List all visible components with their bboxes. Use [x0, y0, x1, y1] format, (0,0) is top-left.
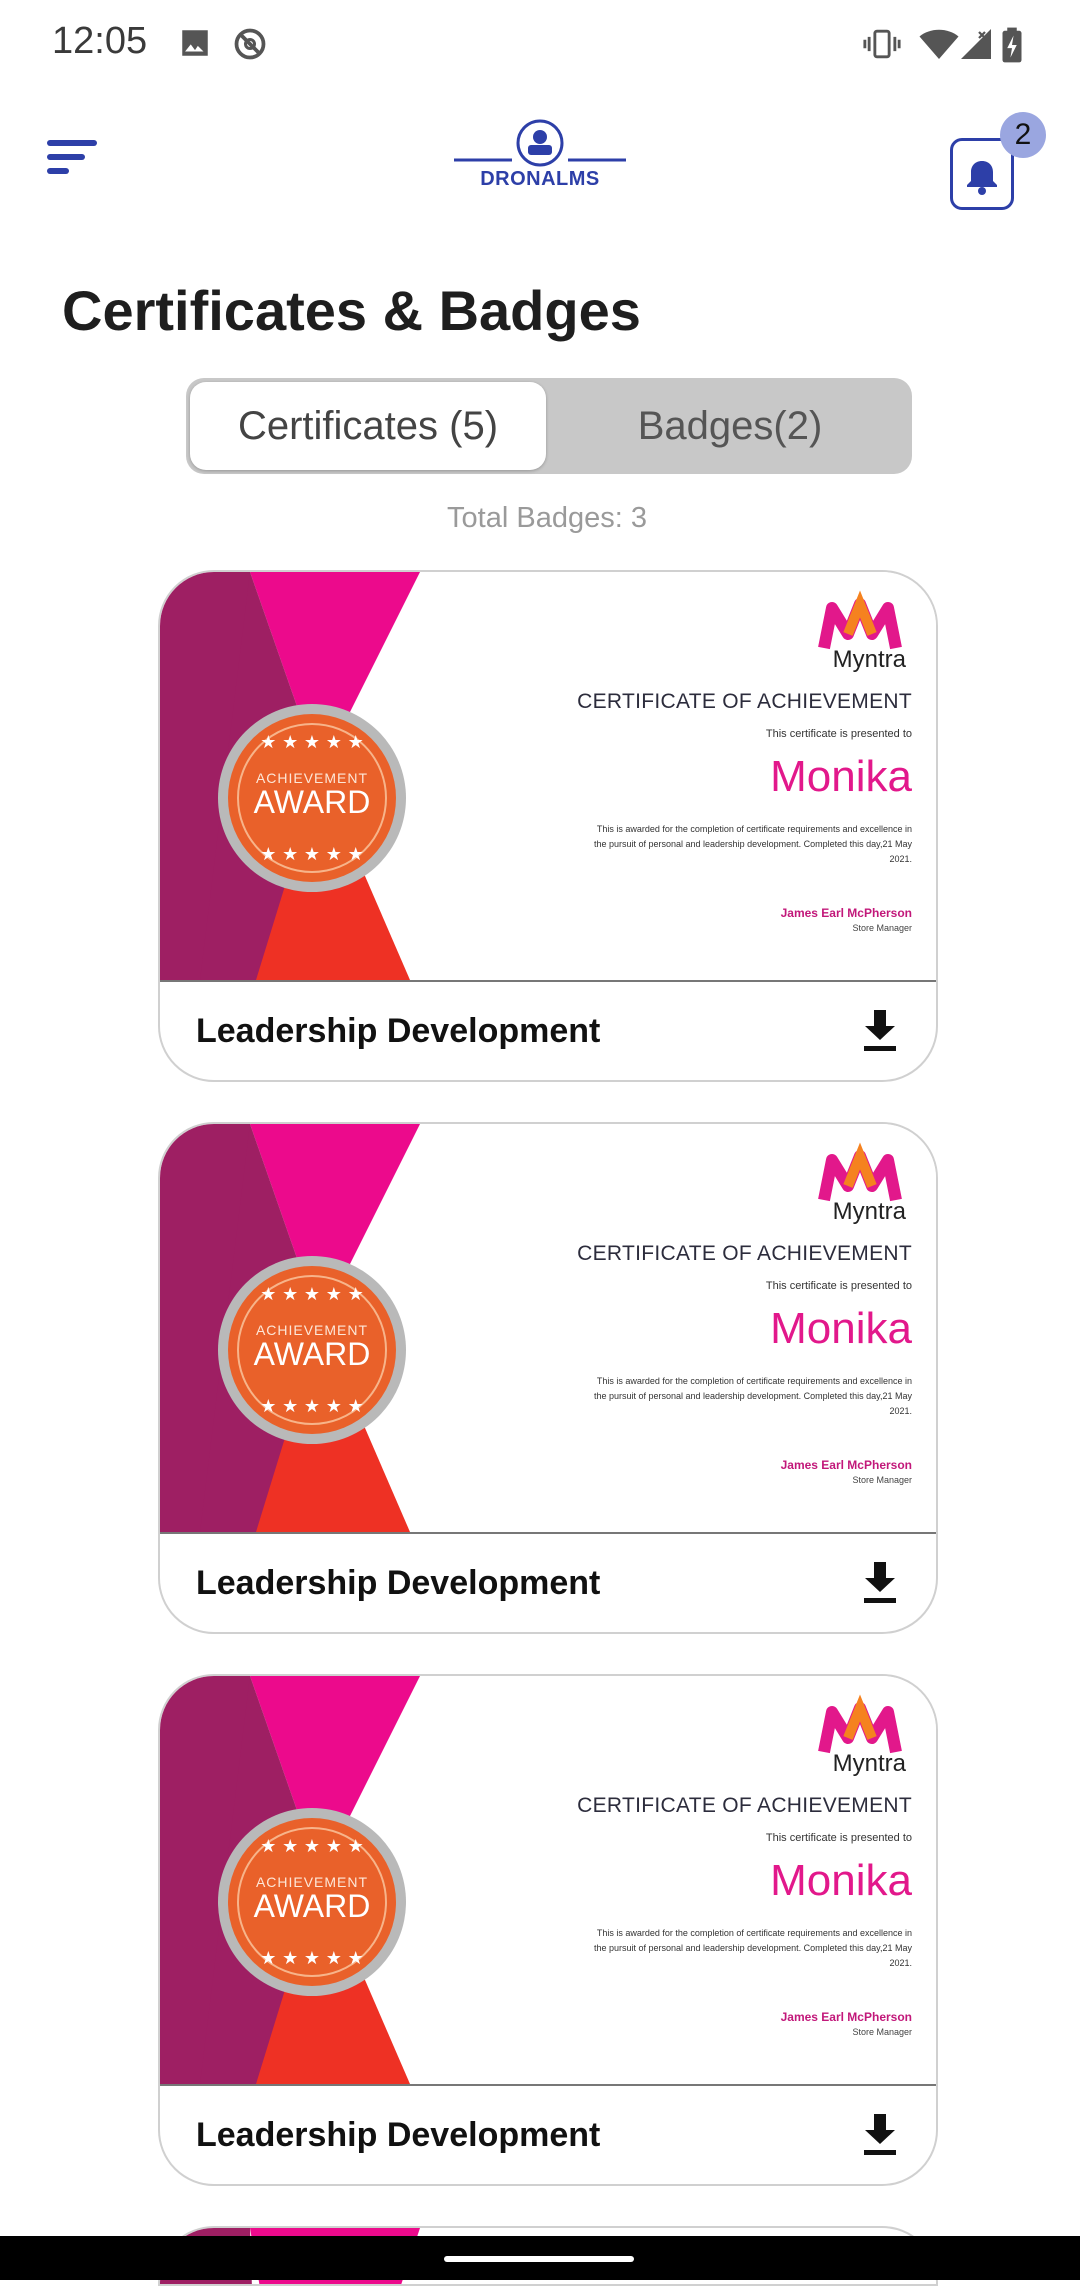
certificate-heading: CERTIFICATE OF ACHIEVEMENT — [577, 1794, 912, 1817]
seal-main-text: AWARD — [253, 784, 371, 820]
recipient-name: Monika — [770, 1304, 912, 1353]
battery-charging-icon — [1000, 26, 1024, 69]
brand-name: Myntra — [832, 1198, 906, 1225]
certificate-card[interactable]: ★ ★ ★ ★ ★ ★ ★ ★ ★ ★ ACHIEVEMENT AWARD My… — [158, 1122, 938, 1634]
card-footer: Leadership Development — [160, 2086, 936, 2184]
certificate-image: ★ ★ ★ ★ ★ ★ ★ ★ ★ ★ ACHIEVEMENT AWARD My… — [160, 572, 936, 982]
download-button[interactable] — [858, 2110, 902, 2158]
download-icon — [864, 2114, 896, 2155]
svg-text:★ ★ ★ ★ ★: ★ ★ ★ ★ ★ — [260, 732, 364, 753]
recipient-name: Monika — [770, 752, 912, 801]
svg-text:★ ★ ★ ★ ★: ★ ★ ★ ★ ★ — [260, 1836, 364, 1857]
seal-main-text: AWARD — [253, 1336, 371, 1372]
navigation-bar — [0, 2236, 1080, 2280]
seal-main-text: AWARD — [253, 1888, 371, 1924]
image-icon — [178, 26, 212, 65]
certificate-title: Leadership Development — [196, 2116, 601, 2154]
presented-to-text: This certificate is presented to — [765, 1280, 912, 1292]
card-footer: Leadership Development — [160, 982, 936, 1080]
recipient-name: Monika — [770, 1856, 912, 1905]
signer-name: James Earl McPherson — [780, 1458, 912, 1472]
brand-name: Myntra — [832, 646, 906, 673]
svg-text:★ ★ ★ ★ ★: ★ ★ ★ ★ ★ — [260, 1284, 364, 1305]
brand-name: Myntra — [832, 1750, 906, 1777]
status-bar: 12:05 — [0, 0, 1080, 90]
vibrate-icon — [862, 26, 902, 67]
signer-role: Store Manager — [852, 2027, 912, 2037]
certificate-description: This is awarded for the completion of ce… — [593, 824, 912, 864]
bell-icon — [967, 161, 997, 195]
certificate-title: Leadership Development — [196, 1012, 601, 1050]
notification-count-badge: 2 — [1000, 112, 1046, 158]
app-logo: DRONALMS — [450, 118, 630, 204]
certificate-image: ★ ★ ★ ★ ★ ★ ★ ★ ★ ★ ACHIEVEMENT AWARD My… — [160, 1124, 936, 1534]
certificate-description: This is awarded for the completion of ce… — [593, 1928, 912, 1968]
certificate-card[interactable]: ★ ★ ★ ★ ★ ★ ★ ★ ★ ★ ACHIEVEMENT AWARD My… — [158, 1674, 938, 2186]
logo-text: DRONALMS — [480, 168, 600, 190]
status-time: 12:05 — [52, 20, 148, 62]
tab-certificates[interactable]: Certificates (5) — [190, 382, 546, 470]
signer-name: James Earl McPherson — [780, 906, 912, 920]
total-badges-label: Total Badges: 3 — [447, 502, 647, 534]
home-gesture-handle[interactable] — [444, 2256, 634, 2262]
menu-button[interactable] — [44, 136, 104, 182]
page-title: Certificates & Badges — [62, 279, 641, 342]
download-icon — [864, 1562, 896, 1603]
signer-role: Store Manager — [852, 923, 912, 933]
download-icon — [864, 1010, 896, 1051]
presented-to-text: This certificate is presented to — [765, 1832, 912, 1844]
svg-text:★ ★ ★ ★ ★: ★ ★ ★ ★ ★ — [260, 1396, 364, 1417]
certificate-title: Leadership Development — [196, 1564, 601, 1602]
card-footer: Leadership Development — [160, 1534, 936, 1632]
wifi-icon — [918, 26, 960, 67]
signer-name: James Earl McPherson — [780, 2010, 912, 2024]
presented-to-text: This certificate is presented to — [765, 728, 912, 740]
signal-icon — [958, 26, 994, 67]
sync-disabled-icon — [232, 26, 268, 67]
download-button[interactable] — [858, 1006, 902, 1054]
certificates-badges-toggle: Certificates (5) Badges(2) — [186, 378, 912, 474]
certificate-heading: CERTIFICATE OF ACHIEVEMENT — [577, 690, 912, 713]
certificate-heading: CERTIFICATE OF ACHIEVEMENT — [577, 1242, 912, 1265]
svg-text:★ ★ ★ ★ ★: ★ ★ ★ ★ ★ — [260, 844, 364, 865]
certificate-card[interactable]: ★ ★ ★ ★ ★ ★ ★ ★ ★ ★ ACHIEVEMENT AWARD My… — [158, 570, 938, 1082]
certificate-description: This is awarded for the completion of ce… — [593, 1376, 912, 1416]
signer-role: Store Manager — [852, 1475, 912, 1485]
svg-text:★ ★ ★ ★ ★: ★ ★ ★ ★ ★ — [260, 1948, 364, 1969]
menu-icon — [47, 140, 97, 174]
certificate-image: ★ ★ ★ ★ ★ ★ ★ ★ ★ ★ ACHIEVEMENT AWARD My… — [160, 1676, 936, 2086]
tab-badges[interactable]: Badges(2) — [552, 382, 908, 470]
download-button[interactable] — [858, 1558, 902, 1606]
